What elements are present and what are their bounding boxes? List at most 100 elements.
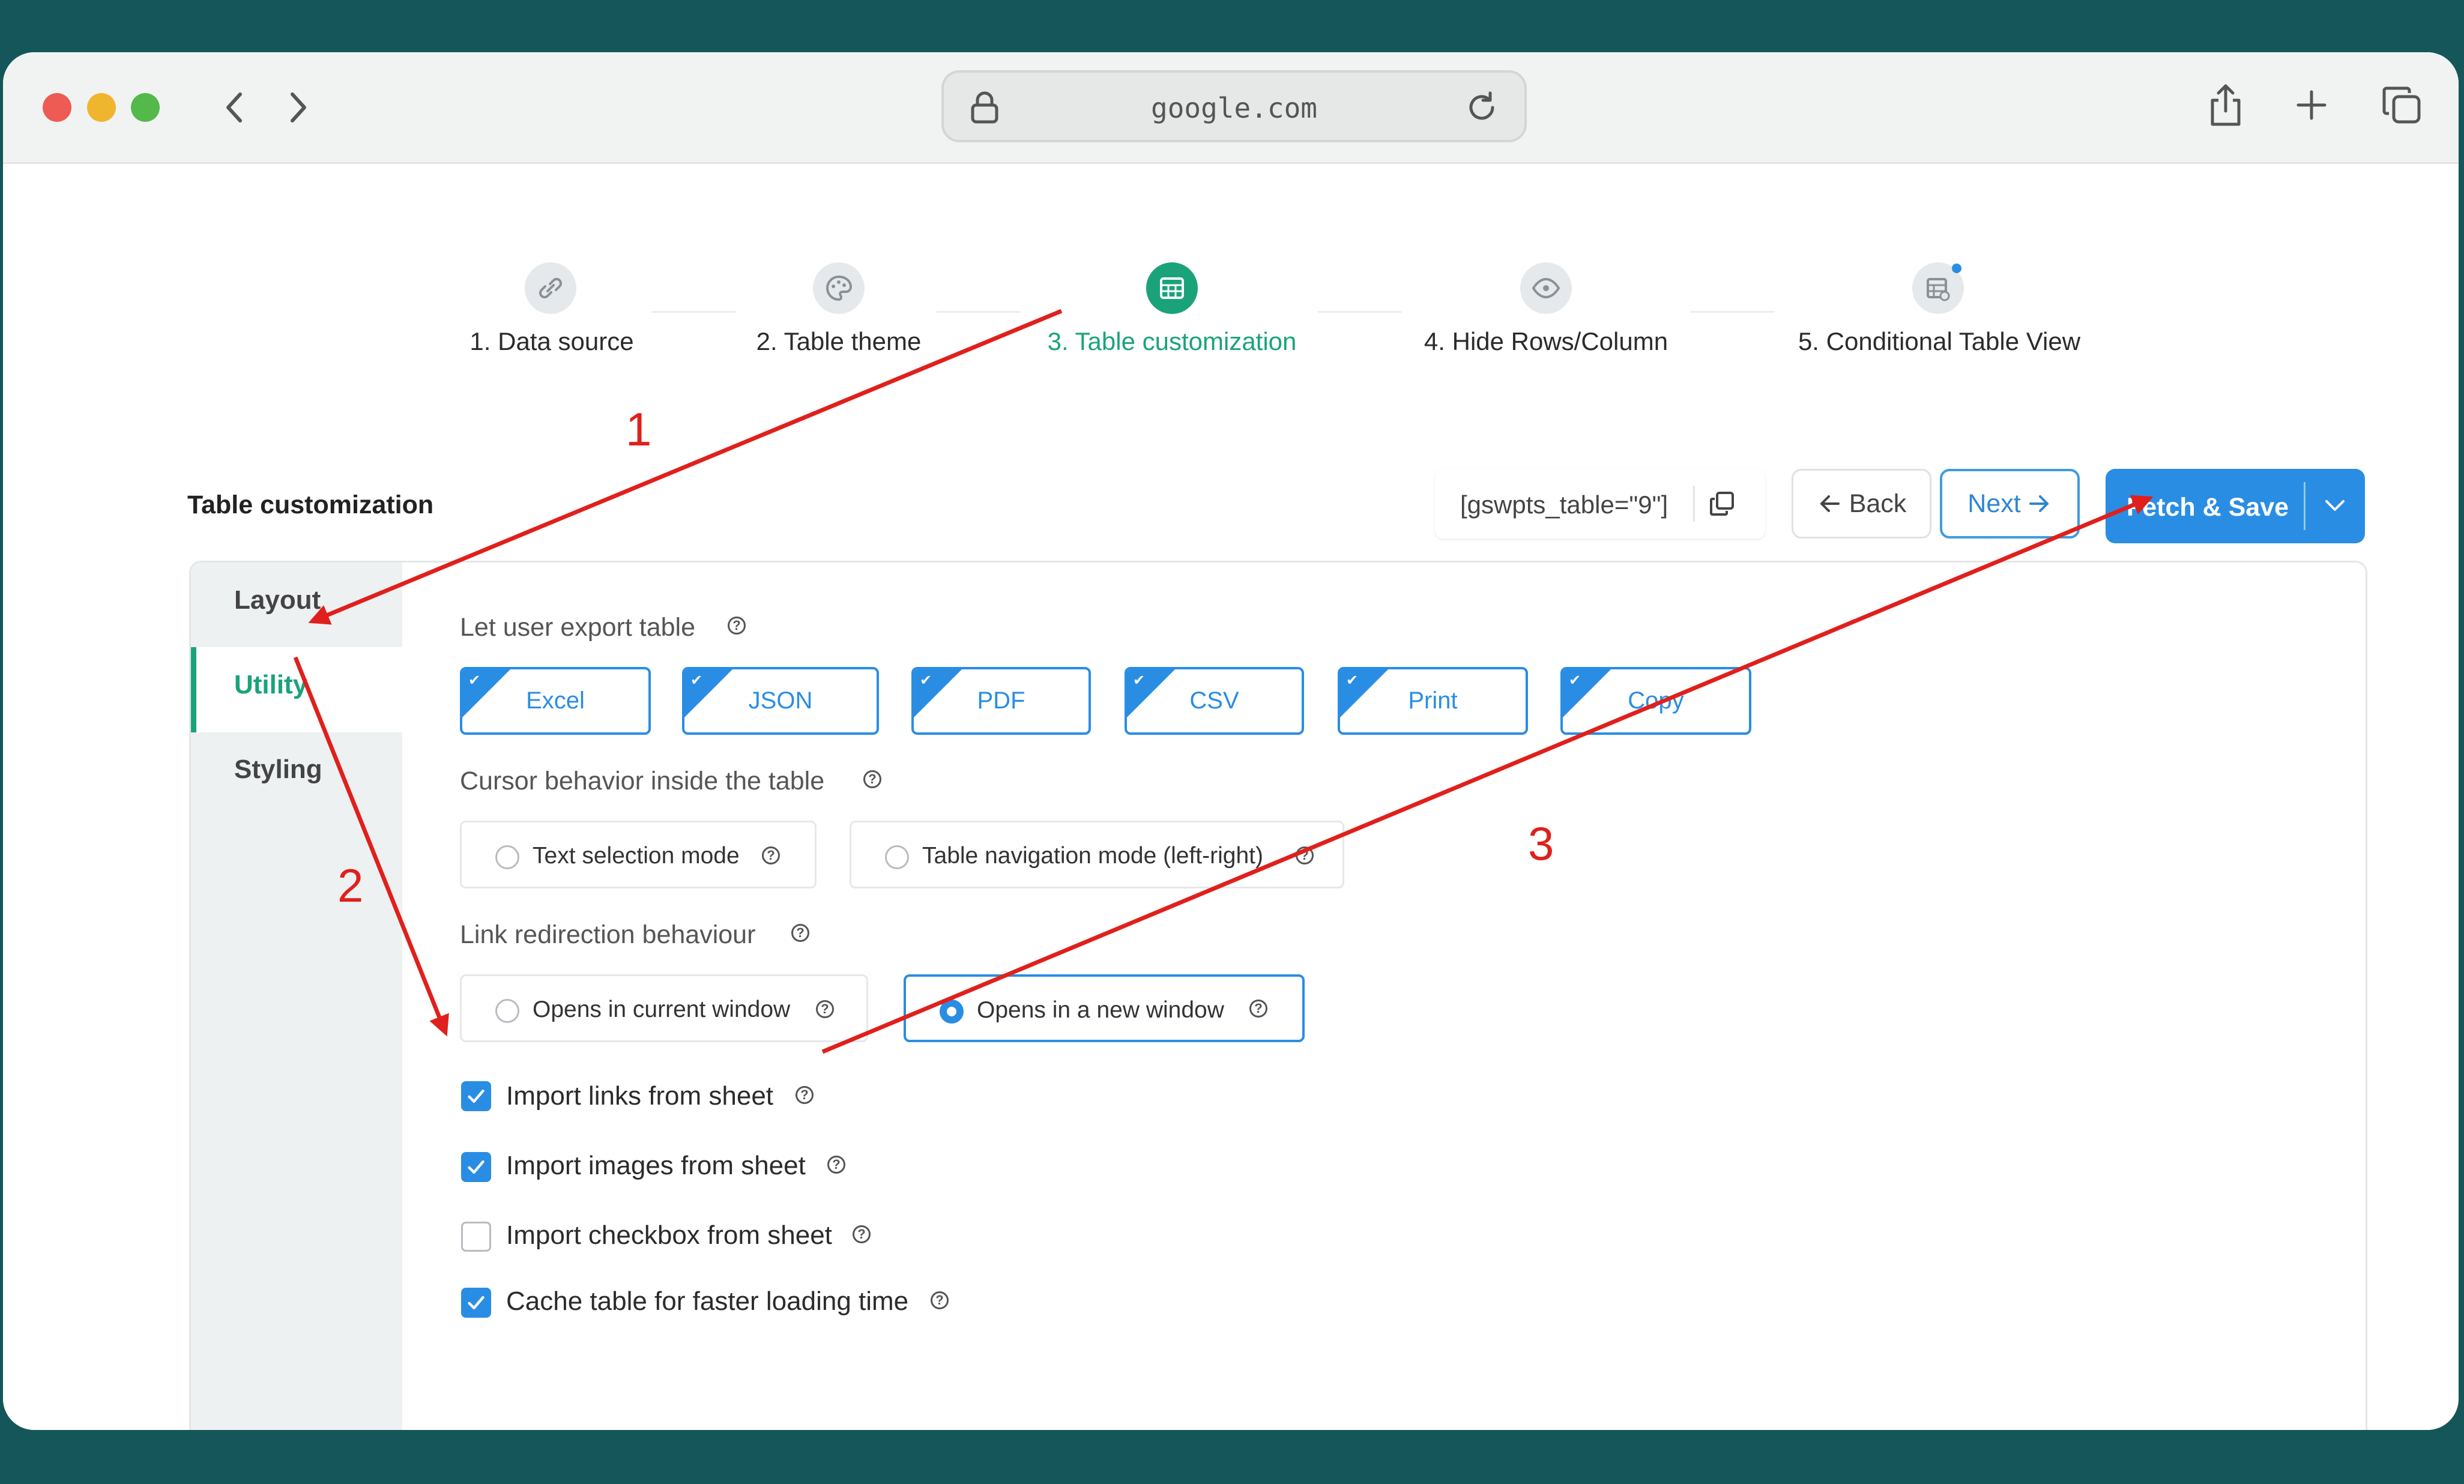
sidebar-item-styling[interactable]: Styling [234, 755, 322, 785]
customization-panel: Layout Utility Styling Let user export t… [189, 561, 2367, 1430]
next-button[interactable]: Next [1940, 469, 2080, 538]
import-links-checkbox[interactable] [461, 1081, 491, 1111]
import-links-label: Import links from sheet [506, 1081, 774, 1111]
arrow-left-icon [1820, 495, 1840, 512]
export-title: Let user export table [460, 613, 696, 642]
step-label-conditional-table-view[interactable]: 5. Conditional Table View [1798, 327, 2080, 356]
check-icon [468, 1296, 485, 1309]
import-images-label: Import images from sheet [506, 1151, 806, 1180]
cursor-text-selection-option[interactable]: Text selection mode ? [460, 821, 817, 888]
check-icon: ✔ [1569, 672, 1581, 689]
step-table-customization[interactable] [1146, 262, 1198, 314]
sidebar-active-indicator [191, 647, 196, 732]
fetch-save-label: Fetch & Save [2127, 493, 2289, 522]
help-icon[interactable]: ? [827, 1156, 845, 1174]
export-print-button[interactable]: ✔ Print [1338, 667, 1528, 735]
export-excel-label: Excel [526, 687, 585, 714]
export-pdf-button[interactable]: ✔ PDF [911, 667, 1091, 735]
help-icon[interactable]: ? [728, 617, 746, 635]
step-connector [1690, 311, 1774, 313]
settings-sidebar: Layout Utility Styling [191, 563, 402, 1430]
link-new-window-option[interactable]: Opens in a new window ? [904, 974, 1305, 1042]
shortcode-divider [1693, 486, 1695, 522]
check-icon: ✔ [690, 672, 703, 689]
check-icon: ✔ [468, 672, 481, 689]
fetch-save-button[interactable]: Fetch & Save [2106, 469, 2365, 543]
maximize-window-button[interactable] [131, 93, 160, 122]
check-icon [468, 1160, 485, 1174]
export-copy-button[interactable]: ✔ Copy [1560, 667, 1751, 735]
step-hide-rows-column[interactable] [1520, 262, 1572, 314]
page-title: Table customization [187, 490, 434, 519]
reload-icon[interactable] [1464, 89, 1500, 125]
cursor-text-selection-label: Text selection mode [533, 843, 740, 869]
check-icon: ✔ [1346, 672, 1359, 689]
arrow-right-icon [2029, 495, 2049, 512]
export-csv-button[interactable]: ✔ CSV [1125, 667, 1304, 735]
copy-icon[interactable] [1709, 490, 1735, 517]
export-pdf-label: PDF [977, 687, 1025, 714]
step-table-theme[interactable] [813, 262, 865, 314]
export-json-label: JSON [748, 687, 813, 714]
link-current-window-option[interactable]: Opens in current window ? [460, 974, 868, 1042]
forward-arrow-icon[interactable] [280, 88, 316, 127]
step-connector [937, 311, 1021, 313]
next-button-label: Next [1967, 489, 2021, 518]
step-label-hide-rows-column[interactable]: 4. Hide Rows/Column [1424, 327, 1668, 356]
radio-button-selected[interactable] [940, 1000, 964, 1024]
help-icon[interactable]: ? [1296, 846, 1314, 864]
radio-button[interactable] [495, 845, 519, 869]
cursor-table-navigation-label: Table navigation mode (left-right) [922, 843, 1263, 869]
share-icon[interactable] [2206, 82, 2245, 128]
back-button[interactable]: Back [1792, 469, 1931, 538]
step-conditional-table-view[interactable] [1912, 262, 1964, 314]
new-tab-icon[interactable] [2295, 88, 2328, 122]
page-content: 1. Data source 2. Table theme 3. Table c… [3, 164, 2459, 1430]
annotation-label-1: 1 [626, 403, 652, 456]
link-new-window-label: Opens in a new window [977, 997, 1224, 1023]
step-label-table-customization[interactable]: 3. Table customization [1048, 327, 1297, 356]
step-label-data-source[interactable]: 1. Data source [470, 327, 633, 356]
cache-table-label: Cache table for faster loading time [506, 1286, 909, 1316]
step-connector [1318, 311, 1402, 313]
eye-icon [1532, 277, 1560, 299]
shortcode-box[interactable]: [gswpts_table="9"] [1435, 469, 1765, 538]
shortcode-text: [gswpts_table="9"] [1460, 490, 1668, 519]
fetch-save-divider [2304, 482, 2305, 530]
help-icon[interactable]: ? [762, 846, 780, 864]
sidebar-item-utility[interactable]: Utility [234, 670, 307, 700]
notification-dot [1952, 264, 1961, 273]
sidebar-item-layout[interactable]: Layout [234, 585, 321, 615]
step-data-source[interactable] [525, 262, 576, 314]
check-icon: ✔ [1133, 672, 1146, 689]
minimize-window-button[interactable] [87, 93, 116, 122]
export-excel-button[interactable]: ✔ Excel [460, 667, 651, 735]
annotation-label-2: 2 [337, 859, 364, 912]
help-icon[interactable]: ? [863, 770, 881, 788]
tabs-overview-icon[interactable] [2381, 83, 2424, 127]
back-arrow-icon[interactable] [216, 88, 252, 127]
radio-button[interactable] [495, 999, 519, 1023]
address-bar[interactable]: google.com [941, 70, 1527, 142]
help-icon[interactable]: ? [1249, 1000, 1267, 1018]
close-window-button[interactable] [43, 93, 71, 122]
table-icon [1160, 277, 1184, 299]
chevron-down-icon[interactable] [2322, 494, 2348, 518]
import-checkbox-checkbox[interactable] [461, 1222, 491, 1252]
browser-toolbar: google.com [3, 52, 2459, 164]
cursor-table-navigation-option[interactable]: Table navigation mode (left-right) ? [850, 821, 1344, 888]
import-images-checkbox[interactable] [461, 1152, 491, 1182]
link-current-window-label: Opens in current window [533, 997, 791, 1022]
help-icon[interactable]: ? [796, 1086, 814, 1104]
step-label-table-theme[interactable]: 2. Table theme [756, 327, 922, 356]
help-icon[interactable]: ? [931, 1291, 949, 1309]
cache-table-checkbox[interactable] [461, 1288, 491, 1318]
link-icon [539, 277, 563, 299]
step-connector [651, 311, 735, 313]
radio-button[interactable] [885, 845, 909, 869]
help-icon[interactable]: ? [816, 1000, 834, 1018]
url-text: google.com [1151, 92, 1317, 124]
help-icon[interactable]: ? [791, 924, 809, 942]
help-icon[interactable]: ? [853, 1225, 871, 1243]
export-json-button[interactable]: ✔ JSON [682, 667, 879, 735]
